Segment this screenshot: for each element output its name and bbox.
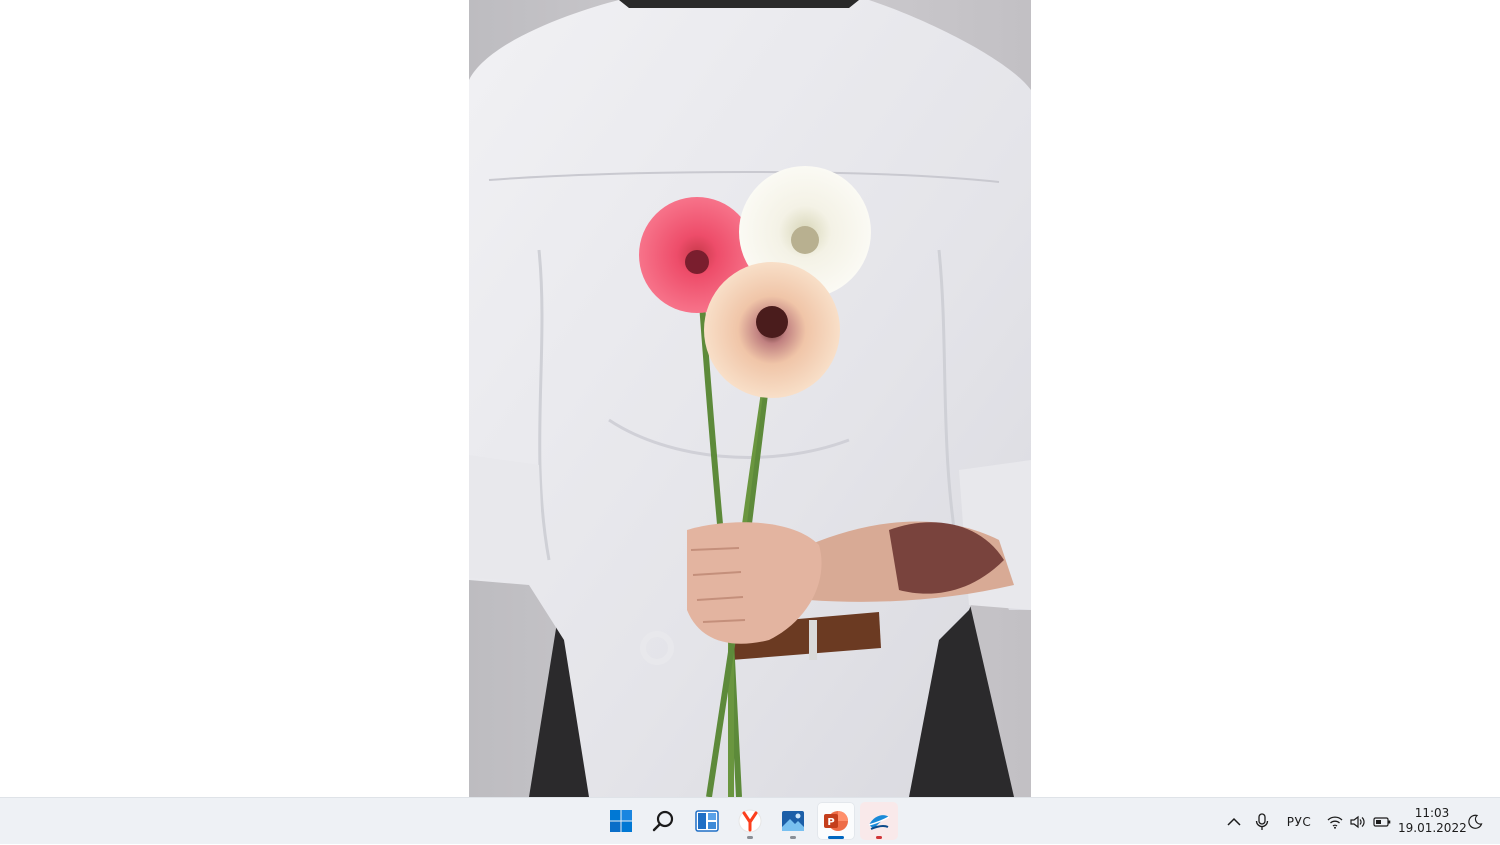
wifi-icon: [1327, 815, 1343, 829]
clock[interactable]: 11:03 19.01.2022: [1398, 806, 1467, 836]
volume-icon: [1350, 815, 1365, 828]
taskbar: P РУС 11:03 19.01.2022: [0, 797, 1500, 844]
start-button[interactable]: [602, 802, 640, 840]
focus-assist-button[interactable]: [1464, 798, 1486, 845]
microphone-icon: [1255, 812, 1269, 830]
yandex-browser-icon: [738, 809, 762, 833]
active-indicator: [828, 836, 844, 839]
microphone-button[interactable]: [1250, 798, 1274, 845]
attention-indicator: [876, 836, 882, 839]
taskbar-app-yandex-browser[interactable]: [731, 802, 769, 840]
language-indicator[interactable]: РУС: [1282, 798, 1316, 845]
taskbar-app-photos[interactable]: [774, 802, 812, 840]
widgets-icon: [695, 810, 719, 832]
powerpoint-icon: P: [824, 811, 848, 831]
clock-time: 11:03: [1414, 806, 1450, 820]
clock-date: 19.01.2022: [1398, 821, 1467, 835]
widgets-button[interactable]: [688, 802, 726, 840]
battery-button[interactable]: [1371, 798, 1393, 845]
running-indicator: [790, 836, 796, 839]
search-button[interactable]: [645, 802, 683, 840]
desktop: [0, 0, 1500, 797]
volume-button[interactable]: [1347, 798, 1369, 845]
app-icon: [868, 815, 890, 830]
taskbar-app-powerpoint[interactable]: P: [817, 802, 855, 840]
photos-icon: [782, 811, 804, 831]
chevron-up-icon: [1227, 817, 1241, 826]
svg-text:P: P: [827, 817, 834, 828]
wallpaper-photo: [469, 0, 1031, 797]
battery-icon: [1373, 816, 1391, 827]
network-button[interactable]: [1324, 798, 1346, 845]
windows-start-icon: [610, 810, 632, 832]
language-label: РУС: [1286, 814, 1312, 829]
taskbar-app-other[interactable]: [860, 802, 898, 840]
search-icon: [652, 810, 674, 832]
running-indicator: [747, 836, 753, 839]
moon-icon: [1468, 814, 1483, 829]
show-hidden-icons-button[interactable]: [1222, 798, 1246, 845]
